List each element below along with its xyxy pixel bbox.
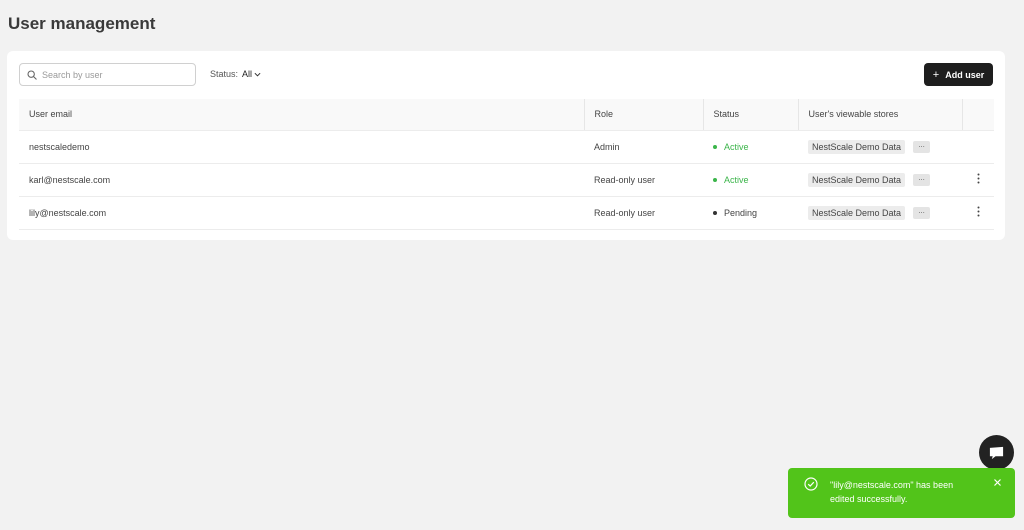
status-dot-icon [713,211,717,216]
column-header-email: User email [19,99,585,131]
page-title: User management [8,14,156,33]
more-stores-button[interactable]: ... [913,141,931,154]
toast-message: "lily@nestscale.com" has been edited suc… [830,480,954,504]
search-icon [27,69,37,80]
table-header-row: User email Role Status User's viewable s… [19,99,994,131]
column-header-status: Status [703,99,799,131]
toolbar: Status: All + Add user [7,51,1005,99]
user-status: Active [703,163,798,196]
column-header-role: Role [584,99,704,131]
status-filter-value: All [242,69,253,79]
table-row: karl@nestscale.com Read-only user Active… [19,163,994,196]
table-row: nestscaledemo Admin Active NestScale Dem… [19,130,994,163]
user-stores: NestScale Demo Data... [798,196,962,229]
chat-icon [989,446,1004,459]
store-tag: NestScale Demo Data [808,205,906,220]
more-vertical-icon [977,206,979,217]
search-box[interactable] [19,63,196,86]
add-user-label: Add user [945,69,985,80]
status-filter-dropdown[interactable]: Status: All [210,69,261,79]
user-stores: NestScale Demo Data... [798,163,962,196]
success-toast: "lily@nestscale.com" has been edited suc… [788,468,1015,518]
row-actions-menu[interactable] [962,163,994,196]
user-email: lily@nestscale.com [29,207,107,218]
table-row: lily@nestscale.com Read-only user Pendin… [19,196,994,229]
more-stores-button[interactable]: ... [913,174,931,187]
search-input[interactable] [42,69,182,80]
chat-button[interactable] [979,435,1014,470]
user-table-card: Status: All + Add user User email Role S… [7,51,1005,240]
store-tag: NestScale Demo Data [808,139,906,154]
user-status: Pending [703,196,798,229]
column-header-actions [962,99,994,131]
user-status-text: Active [724,174,749,185]
status-dot-icon [713,145,717,150]
more-vertical-icon [977,173,979,184]
user-status-text: Active [724,141,749,152]
plus-icon: + [932,68,940,81]
add-user-button[interactable]: + Add user [924,63,993,86]
close-icon[interactable] [993,478,1002,487]
column-header-stores: User's viewable stores [798,99,963,131]
chevron-down-icon [254,72,261,77]
status-dot-icon [713,178,717,183]
user-role: Read-only user [594,174,656,185]
row-actions-empty [962,130,994,163]
user-status-text: Pending [724,207,758,218]
status-filter-label: Status: [210,69,239,79]
user-stores: NestScale Demo Data... [798,130,962,163]
user-role: Admin [594,141,620,152]
user-email: nestscaledemo [29,141,90,152]
user-email: karl@nestscale.com [29,174,111,185]
user-status: Active [703,130,798,163]
row-actions-menu[interactable] [962,196,994,229]
store-tag: NestScale Demo Data [808,172,906,187]
more-stores-button[interactable]: ... [913,207,931,220]
users-table: User email Role Status User's viewable s… [19,99,994,230]
user-role: Read-only user [594,207,656,218]
check-circle-icon [804,477,818,491]
